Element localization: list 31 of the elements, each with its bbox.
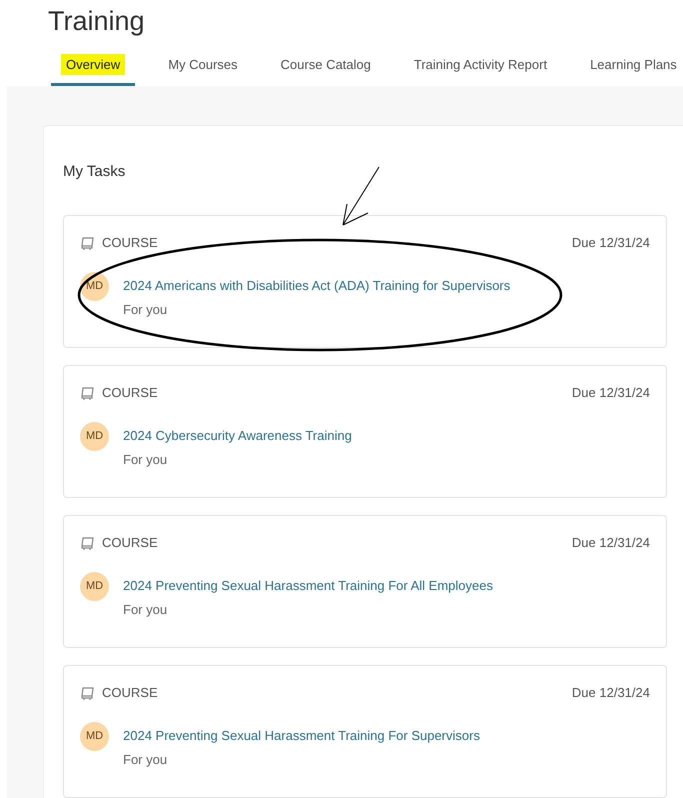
avatar: MD — [80, 422, 109, 450]
task-type: COURSE — [102, 534, 158, 552]
assignee-text: For you — [123, 451, 168, 469]
course-icon — [80, 384, 96, 401]
due-date: Due 12/31/24 — [572, 534, 650, 552]
arrow-annotation — [342, 166, 380, 226]
assignee-text: For you — [123, 301, 168, 319]
course-icon — [80, 534, 96, 551]
due-date: Due 12/31/24 — [572, 234, 650, 252]
due-date: Due 12/31/24 — [572, 384, 650, 402]
task-type: COURSE — [102, 684, 158, 702]
panel-title: My Tasks — [63, 162, 126, 182]
task-type: COURSE — [102, 384, 158, 402]
tab[interactable]: Training Activity Report — [404, 55, 558, 86]
assignee-text: For you — [123, 751, 168, 769]
assignee-text: For you — [123, 601, 168, 619]
course-icon — [80, 684, 96, 701]
course-icon — [80, 234, 96, 251]
course-link[interactable]: 2024 Preventing Sexual Harassment Training For All Employees — [123, 576, 493, 595]
task-type: COURSE — [102, 234, 158, 252]
avatar: MD — [80, 272, 109, 300]
avatar: MD — [80, 722, 109, 750]
tab[interactable]: My Courses — [158, 55, 248, 86]
due-date: Due 12/31/24 — [572, 684, 650, 702]
tab[interactable]: Learning Plans — [580, 55, 683, 86]
tab[interactable]: Course Catalog — [270, 55, 381, 86]
page-title: Training — [48, 5, 146, 38]
avatar: MD — [80, 572, 109, 600]
course-link[interactable]: 2024 Cybersecurity Awareness Training — [123, 426, 352, 445]
course-link[interactable]: 2024 Preventing Sexual Harassment Training For Supervisors — [123, 726, 480, 745]
course-link[interactable]: 2024 Americans with Disabilities Act (ADA) Training for Supervisors — [123, 276, 510, 295]
